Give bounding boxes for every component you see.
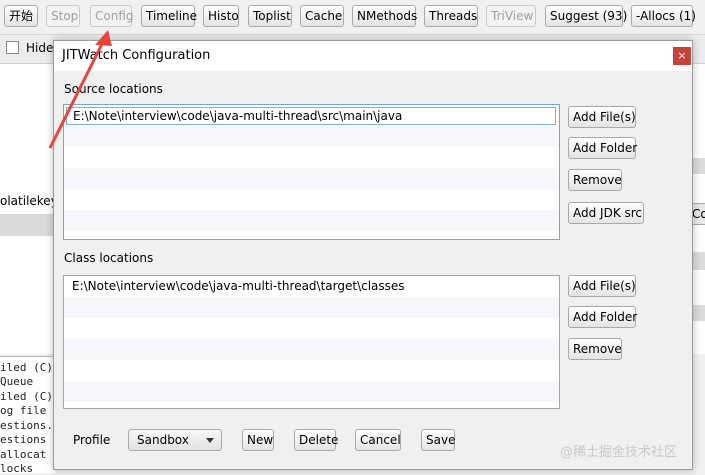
annotation-arrow-icon bbox=[48, 30, 112, 149]
watermark: @稀土掘金技术社区 bbox=[560, 445, 678, 460]
